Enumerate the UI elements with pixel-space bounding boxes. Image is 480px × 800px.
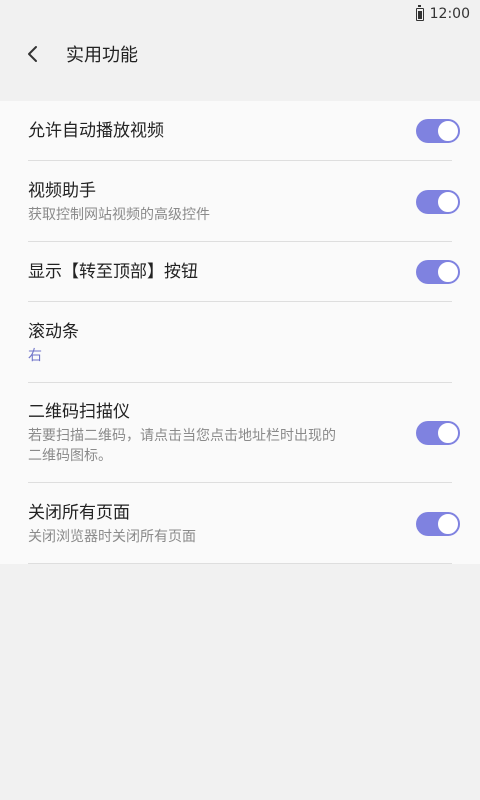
setting-close-all-pages[interactable]: 关闭所有页面 关闭浏览器时关闭所有页面 <box>0 483 480 564</box>
chevron-left-icon <box>28 46 37 62</box>
toggle-knob <box>436 421 460 445</box>
setting-title: 允许自动播放视频 <box>28 121 164 141</box>
setting-qr-scanner[interactable]: 二维码扫描仪 若要扫描二维码，请点击当您点击地址栏时出现的 二维码图标。 <box>0 383 480 483</box>
toggle-knob <box>436 260 460 284</box>
setting-autoplay-video[interactable]: 允许自动播放视频 <box>0 101 480 161</box>
back-to-top-toggle[interactable] <box>416 260 460 284</box>
setting-title: 滚动条 <box>28 321 79 342</box>
battery-icon <box>415 4 424 21</box>
setting-back-to-top-button[interactable]: 显示【转至顶部】按钮 <box>0 242 480 302</box>
setting-video-assistant[interactable]: 视频助手 获取控制网站视频的高级控件 <box>0 161 480 242</box>
page-title: 实用功能 <box>66 45 138 66</box>
qr-scanner-toggle[interactable] <box>416 421 460 445</box>
settings-list: 允许自动播放视频 视频助手 获取控制网站视频的高级控件 显示【转至顶部】按钮 滚… <box>0 101 480 564</box>
setting-subtitle: 若要扫描二维码，请点击当您点击地址栏时出现的 二维码图标。 <box>28 426 406 466</box>
setting-title: 视频助手 <box>28 180 96 201</box>
toggle-knob <box>436 511 460 536</box>
divider <box>28 563 452 564</box>
setting-subtitle-line: 二维码图标。 <box>28 448 112 464</box>
app-bar: 实用功能 <box>0 28 480 80</box>
setting-title: 关闭所有页面 <box>28 502 130 523</box>
status-time: 12:00 <box>429 6 470 22</box>
back-button[interactable] <box>18 39 48 69</box>
toggle-knob <box>436 119 460 143</box>
toggle-knob <box>436 189 460 214</box>
status-bar: 12:00 <box>0 0 480 28</box>
video-assistant-toggle[interactable] <box>416 189 460 214</box>
setting-title: 二维码扫描仪 <box>28 402 130 422</box>
setting-subtitle: 获取控制网站视频的高级控件 <box>28 206 210 223</box>
setting-subtitle-line: 若要扫描二维码，请点击当您点击地址栏时出现的 <box>28 428 336 444</box>
setting-scrollbar[interactable]: 滚动条 右 <box>0 302 480 383</box>
scrollbar-value: 右 <box>28 347 42 364</box>
close-all-pages-toggle[interactable] <box>416 511 460 536</box>
setting-subtitle: 关闭浏览器时关闭所有页面 <box>28 528 196 545</box>
autoplay-video-toggle[interactable] <box>416 119 460 143</box>
setting-title: 显示【转至顶部】按钮 <box>28 262 198 282</box>
